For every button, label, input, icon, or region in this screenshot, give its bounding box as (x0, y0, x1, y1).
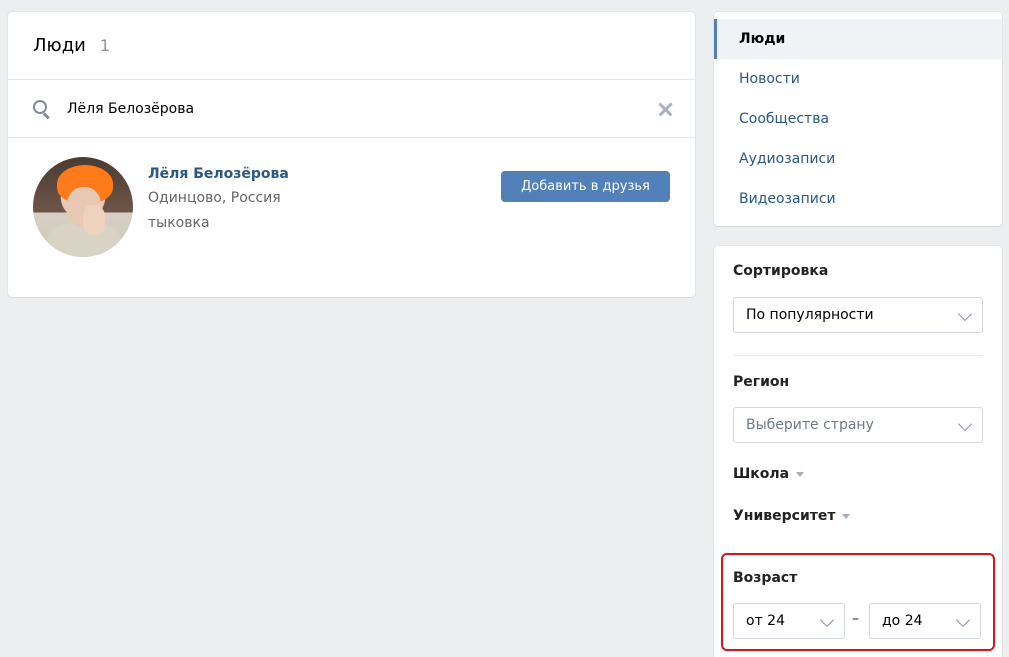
sort-select-value: По популярности (746, 307, 874, 323)
sort-label: Сортировка (733, 263, 829, 279)
nav-item-audio[interactable]: Аудиозаписи (714, 139, 1002, 179)
university-toggle[interactable]: Университет (733, 508, 851, 524)
search-section-menu: Люди Новости Сообщества Аудиозаписи Виде… (714, 12, 1002, 226)
results-title: Люди (33, 35, 86, 56)
search-input[interactable] (67, 100, 657, 117)
search-results-card: Люди 1 Лёля Белозёрова Одинцово, Россия … (8, 12, 695, 297)
age-to-select[interactable]: до 24 (869, 603, 981, 639)
person-name-link[interactable]: Лёля Белозёрова (148, 166, 289, 182)
age-from-select[interactable]: от 24 (733, 603, 845, 639)
results-header: Люди 1 (8, 12, 695, 80)
school-label: Школа (733, 466, 790, 482)
chevron-down-icon (957, 306, 973, 322)
chevron-down-icon (957, 416, 973, 432)
search-bar (8, 80, 695, 138)
nav-item-people[interactable]: Люди (714, 19, 1002, 59)
chevron-down-icon (955, 612, 971, 628)
person-status: тыковка (148, 215, 210, 231)
nav-item-communities[interactable]: Сообщества (714, 99, 1002, 139)
filters-panel: Сортировка По популярности Регион Выбери… (714, 246, 1002, 657)
caret-down-icon (842, 513, 851, 519)
region-label: Регион (733, 374, 790, 390)
list-item: Лёля Белозёрова Одинцово, Россия тыковка… (33, 157, 673, 257)
add-friend-button[interactable]: Добавить в друзья (501, 171, 670, 202)
results-count: 1 (99, 36, 111, 55)
nav-item-news[interactable]: Новости (714, 59, 1002, 99)
close-icon[interactable] (657, 101, 673, 117)
avatar[interactable] (33, 157, 133, 257)
chevron-down-icon (819, 612, 835, 628)
university-label: Университет (733, 508, 836, 524)
age-label: Возраст (733, 570, 798, 586)
divider (733, 355, 983, 356)
person-city: Одинцово, Россия (148, 190, 281, 206)
country-select[interactable]: Выберите страну (733, 407, 983, 443)
country-select-placeholder: Выберите страну (746, 417, 874, 433)
age-separator: – (852, 611, 859, 627)
nav-item-video[interactable]: Видеозаписи (714, 179, 1002, 219)
search-icon (32, 99, 52, 119)
age-from-value: от 24 (746, 613, 785, 629)
school-toggle[interactable]: Школа (733, 466, 805, 482)
age-to-value: до 24 (882, 613, 923, 629)
caret-down-icon (796, 471, 805, 477)
sort-select[interactable]: По популярности (733, 297, 983, 333)
